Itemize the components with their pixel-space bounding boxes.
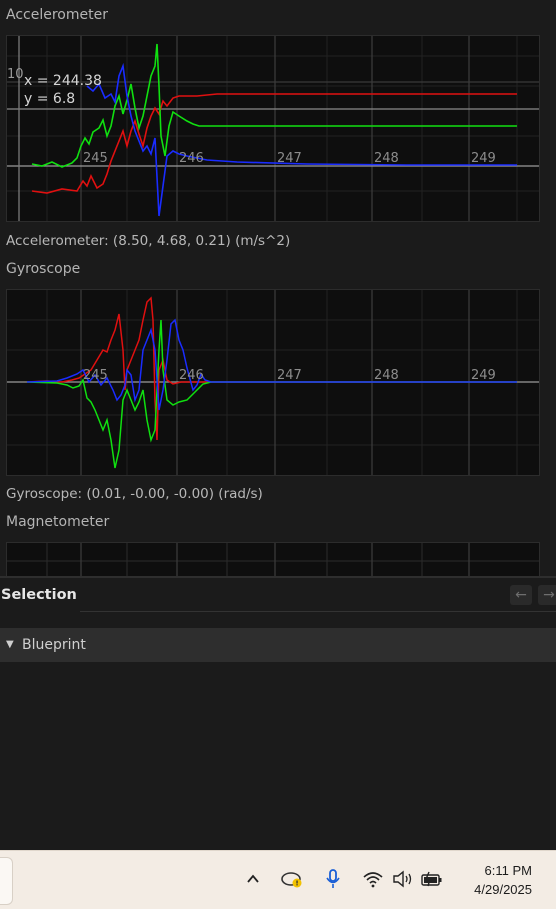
gyro-z-series — [26, 318, 517, 411]
clock-time: 6:11 PM — [484, 863, 532, 878]
forward-arrow-icon[interactable]: → — [538, 585, 556, 605]
gyro-y-series — [26, 319, 517, 469]
selection-title: Selection — [1, 587, 77, 603]
windows-taskbar: 6:11 PM 4/29/2025 — [0, 850, 556, 909]
accelerometer-title: Accelerometer — [6, 7, 108, 23]
clock-date: 4/29/2025 — [474, 882, 532, 897]
gyro-xtick-246: 246 — [179, 368, 204, 383]
battery-charging-icon[interactable] — [420, 867, 444, 891]
accel-xtick-245: 245 — [83, 151, 108, 166]
gyro-xtick-249: 249 — [471, 368, 496, 383]
accel-xtick-247: 247 — [277, 151, 302, 166]
gyroscope-readout: Gyroscope: (0.01, -0.00, -0.00) (rad/s) — [6, 486, 263, 502]
gyroscope-plot[interactable]: 245 246 247 248 249 — [6, 289, 540, 476]
magnetometer-chart[interactable] — [7, 543, 540, 578]
back-arrow-icon[interactable]: ← — [510, 585, 532, 605]
weather-warning-icon[interactable] — [280, 867, 304, 891]
chevron-up-icon[interactable] — [241, 867, 265, 891]
accel-ytick-10: 10 — [7, 67, 24, 82]
collapse-caret-icon[interactable]: ▼ — [6, 639, 14, 650]
blueprint-label: Blueprint — [22, 637, 86, 653]
gyro-xtick-248: 248 — [374, 368, 399, 383]
accel-xtick-246: 246 — [179, 151, 204, 166]
gyroscope-chart[interactable]: 245 246 247 248 249 — [7, 290, 540, 476]
accel-xtick-249: 249 — [471, 151, 496, 166]
accel-z-series — [86, 62, 517, 217]
accelerometer-readout: Accelerometer: (8.50, 4.68, 0.21) (m/s^2… — [6, 233, 291, 249]
volume-icon[interactable] — [391, 867, 415, 891]
magnetometer-title: Magnetometer — [6, 514, 110, 530]
microphone-icon[interactable] — [321, 867, 345, 891]
selection-header: Selection ← → — [0, 579, 556, 613]
accelerometer-chart[interactable]: 10 x = 244.38 y = 6.8 245 246 247 248 24… — [7, 36, 540, 222]
gyro-xtick-245: 245 — [83, 368, 108, 383]
accel-cursor-x: x = 244.38 — [24, 73, 102, 89]
blueprint-section-header[interactable]: ▼ Blueprint — [0, 628, 556, 662]
gyroscope-title: Gyroscope — [6, 261, 81, 277]
selection-separator — [80, 611, 556, 612]
accelerometer-plot[interactable]: 10 x = 244.38 y = 6.8 245 246 247 248 24… — [6, 35, 540, 222]
taskbar-start-edge[interactable] — [0, 857, 13, 905]
accel-xtick-248: 248 — [374, 151, 399, 166]
gyro-xtick-247: 247 — [277, 368, 302, 383]
panel-divider[interactable] — [0, 576, 556, 578]
magnetometer-plot[interactable] — [6, 542, 540, 578]
taskbar-clock[interactable]: 6:11 PM 4/29/2025 — [474, 861, 532, 899]
accel-cursor-y: y = 6.8 — [24, 91, 75, 107]
wifi-icon[interactable] — [361, 867, 385, 891]
